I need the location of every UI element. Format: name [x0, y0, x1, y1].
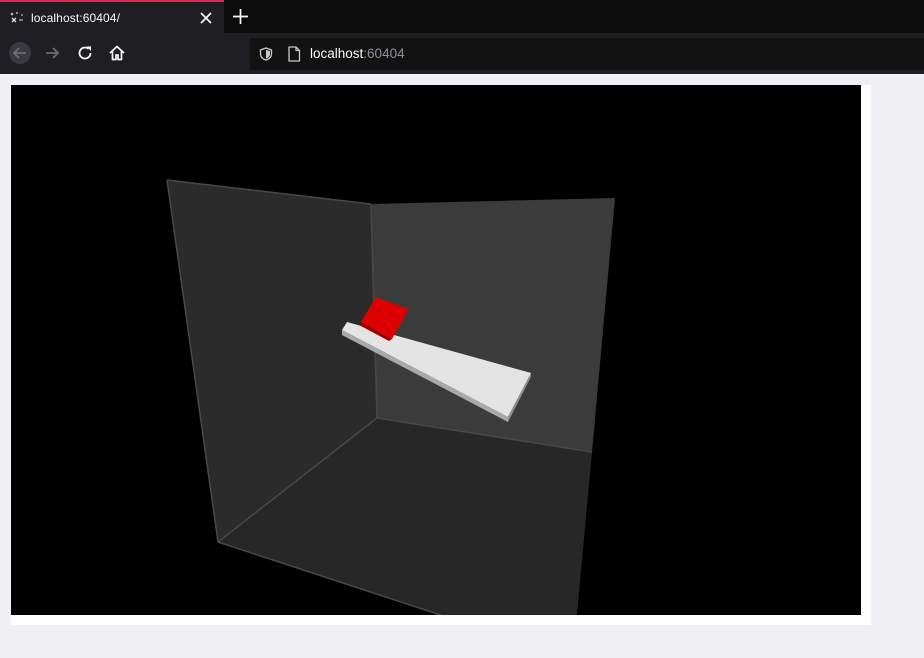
home-icon[interactable] — [106, 42, 128, 64]
arrow-right-icon[interactable] — [42, 42, 64, 64]
url-host: localhost — [310, 46, 364, 61]
plus-icon[interactable] — [232, 8, 249, 25]
arrow-left-icon[interactable] — [9, 42, 31, 64]
loading-icon — [10, 11, 24, 23]
page-content — [0, 74, 924, 658]
tab-bar: localhost:60404/ — [0, 0, 924, 33]
url-bar[interactable]: localhost:60404 — [250, 38, 924, 70]
navigation-toolbar: localhost:60404 — [0, 33, 924, 74]
canvas-frame — [11, 85, 871, 625]
tab-title: localhost:60404/ — [31, 11, 120, 25]
url-text[interactable]: localhost:60404 — [310, 46, 405, 61]
close-icon[interactable] — [198, 10, 214, 26]
webgl-canvas[interactable] — [11, 85, 861, 615]
page-icon — [288, 46, 301, 62]
reload-icon[interactable] — [74, 42, 96, 64]
tab-active[interactable]: localhost:60404/ — [0, 0, 224, 33]
url-port: :60404 — [363, 46, 405, 61]
shield-icon[interactable] — [259, 47, 273, 61]
